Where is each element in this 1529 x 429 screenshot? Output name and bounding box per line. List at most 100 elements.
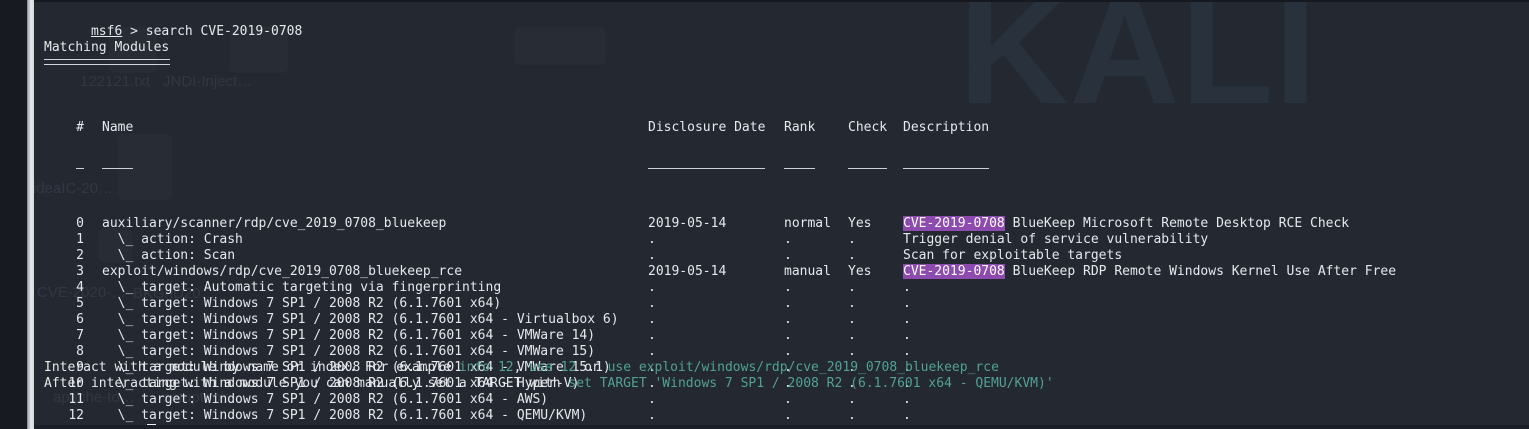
- hint-line-set-target: After interacting with a module you can …: [44, 376, 1529, 392]
- command-hint: set TARGET 'Windows 7 SP1 / 2008 R2 (6.1…: [568, 376, 1054, 391]
- rank: manual: [784, 264, 831, 279]
- table-row: 4 \_ target: Automatic targeting via fin…: [44, 280, 1529, 296]
- disclosure-date: .: [648, 248, 656, 263]
- row-index: 6: [76, 312, 84, 327]
- module-name: \_ target: Windows 7 SP1 / 2008 R2 (6.1.…: [102, 328, 596, 343]
- rank: .: [784, 344, 792, 359]
- disclosure-date: 2019-05-14: [648, 264, 727, 279]
- module-name: \_ action: Crash: [102, 232, 243, 247]
- table-row: 8 \_ target: Windows 7 SP1 / 2008 R2 (6.…: [44, 344, 1529, 360]
- check: .: [848, 328, 856, 343]
- check: .: [848, 296, 856, 311]
- cve-highlight: CVE-2019-0708: [903, 264, 1005, 279]
- module-name: \_ action: Scan: [102, 248, 236, 263]
- module-name: exploit/windows/rdp/cve_2019_0708_blueke…: [102, 264, 463, 279]
- hint-text: After interacting with a module you can …: [44, 376, 569, 391]
- rank: .: [784, 296, 792, 311]
- prompt-separator: >: [122, 424, 145, 425]
- row-index: 4: [76, 280, 84, 295]
- row-index: 2: [76, 248, 84, 263]
- table-row: 5 \_ target: Windows 7 SP1 / 2008 R2 (6.…: [44, 296, 1529, 312]
- module-name: \_ target: Windows 7 SP1 / 2008 R2 (6.1.…: [102, 296, 502, 311]
- disclosure-date: .: [648, 328, 656, 343]
- command-hint: use exploit/windows/rdp/cve_2019_0708_bl…: [607, 360, 999, 375]
- prompt-label: msf6: [90, 24, 123, 39]
- hint-text: or: [576, 360, 608, 375]
- description: .: [903, 280, 911, 295]
- command-hint: info 12: [458, 360, 514, 375]
- rank: .: [784, 392, 792, 407]
- disclosure-date: .: [648, 280, 656, 295]
- disclosure-date: .: [648, 344, 656, 359]
- section-title-underline: [44, 59, 170, 65]
- table-row: 11 \_ target: Windows 7 SP1 / 2008 R2 (6…: [44, 392, 1529, 408]
- rank: .: [784, 280, 792, 295]
- description: .: [903, 296, 911, 311]
- check: Yes: [848, 216, 872, 231]
- table-header-underline: [44, 168, 1529, 184]
- disclosure-date: .: [648, 296, 656, 311]
- row-index: 7: [76, 328, 84, 343]
- check: .: [848, 392, 856, 407]
- check: .: [848, 344, 856, 359]
- table-row: 6 \_ target: Windows 7 SP1 / 2008 R2 (6.…: [44, 312, 1529, 328]
- table-row: 7 \_ target: Windows 7 SP1 / 2008 R2 (6.…: [44, 328, 1529, 344]
- description: CVE-2019-0708 BlueKeep Microsoft Remote …: [903, 216, 1350, 231]
- cve-highlight: CVE-2019-0708: [903, 216, 1005, 231]
- rank: .: [784, 312, 792, 327]
- description: .: [903, 344, 911, 359]
- row-index: 5: [76, 296, 84, 311]
- terminal-window: KALI 122121.txt JNDI-Inject… ideaIC-20… CVE…: [34, 0, 1529, 429]
- terminal-cursor[interactable]: [146, 424, 156, 425]
- row-index: 3: [76, 264, 84, 279]
- rank: .: [784, 248, 792, 263]
- header-description: Description: [903, 120, 990, 135]
- description: Trigger denial of service vulnerability: [903, 232, 1209, 247]
- disclosure-date: 2019-05-14: [648, 216, 727, 231]
- row-index: 1: [76, 232, 84, 247]
- prompt-label: msf6: [91, 424, 122, 425]
- table-row: 1 \_ action: Crash... Trigger denial of s…: [44, 232, 1529, 248]
- module-name: \_ target: Windows 7 SP1 / 2008 R2 (6.1.…: [102, 312, 619, 327]
- check: .: [848, 312, 856, 327]
- header-disclosure-date: Disclosure Date: [648, 120, 766, 135]
- header-name: Name: [102, 120, 134, 135]
- module-name: \_ target: Windows 7 SP1 / 2008 R2 (6.1.…: [102, 392, 549, 407]
- header-check: Check: [848, 120, 888, 135]
- module-name: \_ target: Windows 7 SP1 / 2008 R2 (6.1.…: [102, 344, 596, 359]
- hint-text: ,: [513, 360, 530, 375]
- description: Scan for exploitable targets: [903, 248, 1123, 263]
- row-index: 8: [76, 344, 84, 359]
- rank: .: [784, 232, 792, 247]
- module-name: \_ target: Automatic targeting via finge…: [102, 280, 502, 295]
- command-hint: use 12: [529, 360, 577, 375]
- check: .: [848, 232, 856, 247]
- description: .: [903, 392, 911, 407]
- check: .: [848, 280, 856, 295]
- hint-line-interact: Interact with a module by name or index.…: [44, 360, 1529, 376]
- table-row: 2 \_ action: Scan... Scan for exploitable…: [44, 248, 1529, 264]
- table-body: 0 auxiliary/scanner/rdp/cve_2019_0708_blu…: [44, 216, 1529, 424]
- table-row: 3 exploit/windows/rdp/cve_2019_0708_bluek…: [44, 264, 1529, 280]
- check: Yes: [848, 264, 872, 279]
- description: .: [903, 312, 911, 327]
- table-header-row: # Name Disclosure Date Rank Check Descri…: [44, 120, 1529, 136]
- header-rank: Rank: [784, 120, 816, 135]
- description: .: [903, 328, 911, 343]
- prompt-input-line[interactable]: msf6 >: [44, 408, 1529, 425]
- prompt-separator: >: [122, 24, 146, 39]
- row-index: 11: [68, 392, 84, 407]
- disclosure-date: .: [648, 232, 656, 247]
- description: CVE-2019-0708 BlueKeep RDP Remote Window…: [903, 264, 1397, 279]
- rank: .: [784, 328, 792, 343]
- rank: normal: [784, 216, 831, 231]
- section-title: Matching Modules: [44, 40, 170, 55]
- disclosure-date: .: [648, 312, 656, 327]
- row-index: 0: [76, 216, 84, 231]
- check: .: [848, 248, 856, 263]
- disclosure-date: .: [648, 392, 656, 407]
- table-row: 0 auxiliary/scanner/rdp/cve_2019_0708_blu…: [44, 216, 1529, 232]
- terminal-output: msf6 > search CVE-2019-0708 Matching Mod…: [44, 8, 1529, 425]
- hint-text: Interact with a module by name or index.…: [44, 360, 459, 375]
- typed-command: search CVE-2019-0708: [145, 24, 303, 39]
